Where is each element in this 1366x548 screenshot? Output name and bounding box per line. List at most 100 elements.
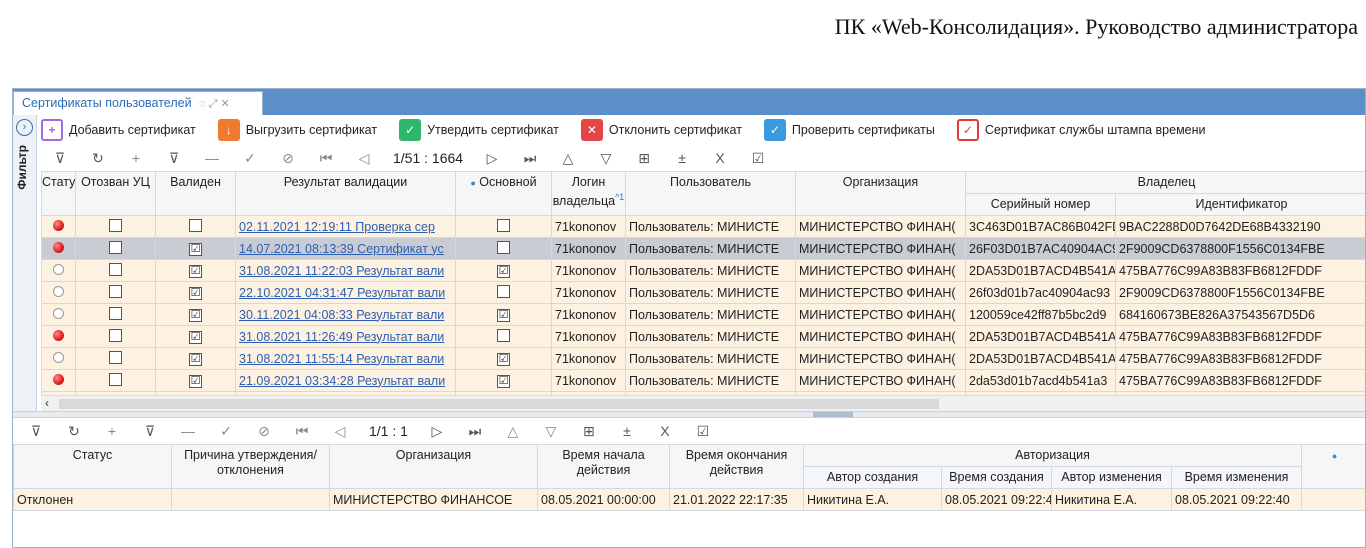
cell-login[interactable]: 71kononov — [551, 303, 626, 326]
cell-start[interactable]: 08.05.2021 00:00:00 — [537, 488, 670, 511]
cell-ident[interactable]: 475BA776C99A83B83FB6812FDDF — [1114, 347, 1365, 370]
confirm-icon[interactable]: ✓ — [231, 150, 269, 167]
add-row-icon[interactable]: + — [117, 150, 155, 166]
revoked-checkbox[interactable] — [109, 284, 122, 298]
add-row-icon[interactable]: + — [93, 423, 131, 439]
cell-created[interactable]: 08.05.2021 09:22:40 — [941, 488, 1052, 511]
cell-org[interactable]: МИНИСТЕРСТВО ФИНАН( — [795, 215, 966, 238]
valid-checkbox[interactable]: ☑ — [189, 243, 202, 256]
validation-link[interactable]: 31.08.2021 11:55:14 Результат вали — [239, 352, 444, 366]
col-end[interactable]: Время окончания действия — [669, 444, 804, 489]
prev-page-icon[interactable]: ◁ — [345, 150, 383, 167]
cell-user[interactable]: Пользователь: МИНИСТЕ — [625, 303, 796, 326]
table-row[interactable]: ☑ 21.09.2021 03:34:28 Результат вали ☑ 71ko… — [41, 369, 1365, 392]
col-group-authorization[interactable]: Авторизация — [802, 444, 1303, 467]
col-status[interactable]: Статус — [41, 171, 76, 216]
cancel-icon[interactable]: ⊘ — [269, 150, 307, 167]
col-created[interactable]: Время создания — [941, 466, 1052, 489]
filter-icon[interactable]: ⊽ — [41, 150, 79, 167]
refresh-icon[interactable]: ↻ — [55, 423, 93, 440]
cell-ident[interactable]: 684160673BE826A37543567D5D6 — [1114, 303, 1365, 326]
clear-filter-icon[interactable]: ⊽ — [131, 423, 169, 440]
validation-link[interactable]: 31.08.2021 11:22:03 Результат вали — [239, 264, 444, 278]
col-extra[interactable]: ● — [1301, 444, 1365, 489]
cell-org[interactable]: МИНИСТЕРСТВО ФИНАН( — [795, 347, 966, 370]
revoked-checkbox[interactable] — [109, 262, 122, 276]
col-start[interactable]: Время начала действия — [537, 444, 670, 489]
cell-login[interactable]: 71kononov — [551, 259, 626, 282]
cell-serial[interactable]: 26f03d01b7ac40904ac93 — [965, 281, 1116, 304]
group-icon[interactable]: ± — [608, 423, 646, 439]
valid-checkbox[interactable]: ☑ — [189, 309, 202, 322]
last-page-icon[interactable]: ⏭ — [456, 423, 494, 440]
last-page-icon[interactable]: ⏭ — [511, 150, 549, 167]
valid-checkbox[interactable]: ☑ — [189, 287, 202, 300]
revoked-checkbox[interactable] — [109, 240, 122, 254]
horizontal-scrollbar[interactable]: ‹ — [41, 395, 1365, 411]
add-certificate-button[interactable]: + Добавить сертификат — [41, 119, 196, 141]
col-user[interactable]: Пользователь — [625, 171, 796, 216]
cell-user[interactable]: Пользователь: МИНИСТЕ — [625, 259, 796, 282]
cancel-icon[interactable]: ⊘ — [245, 423, 283, 440]
cell-user[interactable]: Пользователь: МИНИСТЕ — [625, 281, 796, 304]
main-checkbox[interactable] — [497, 218, 510, 232]
main-checkbox[interactable]: ☑ — [497, 353, 510, 366]
main-checkbox[interactable] — [497, 328, 510, 342]
col-reason[interactable]: Причина утверждения/отклонения — [171, 444, 330, 489]
validation-link[interactable]: 22.10.2021 04:31:47 Результат вали — [239, 286, 445, 300]
cell-login[interactable]: 71kononov — [551, 347, 626, 370]
main-checkbox[interactable]: ☑ — [497, 265, 510, 278]
valid-checkbox[interactable] — [189, 218, 202, 232]
expand-filter-icon[interactable]: › — [16, 119, 33, 136]
cell-org[interactable]: МИНИСТЕРСТВО ФИНАНСОЕ — [329, 488, 538, 511]
col-group-owner[interactable]: Владелец — [964, 171, 1365, 194]
valid-checkbox[interactable]: ☑ — [189, 265, 202, 278]
revoked-checkbox[interactable] — [109, 306, 122, 320]
cell-ident[interactable]: 475BA776C99A83B83FB6812FDDF — [1114, 259, 1365, 282]
export-certificate-button[interactable]: ↓ Выгрузить сертификат — [217, 119, 377, 141]
sort-desc-icon[interactable]: ▽ — [532, 423, 570, 440]
cell-user[interactable]: Пользователь: МИНИСТЕ — [625, 237, 796, 260]
excel-icon[interactable]: X — [701, 150, 739, 166]
splitter-handle[interactable] — [813, 412, 853, 417]
table-row[interactable]: ☑ 30.11.2021 04:08:33 Результат вали ☑ 71ko… — [41, 303, 1365, 326]
cell-serial[interactable]: 2da53d01b7acd4b541a3 — [965, 369, 1116, 392]
cell-creator[interactable]: Никитина Е.А. — [803, 488, 942, 511]
cell-user[interactable]: Пользователь: МИНИСТЕ — [625, 369, 796, 392]
col-serial[interactable]: Серийный номер — [965, 193, 1116, 216]
cell-serial[interactable]: 26F03D01B7AC40904AC9 — [965, 237, 1116, 260]
col-login[interactable]: Логин владельца^1 — [551, 171, 626, 216]
cell-login[interactable]: 71kononov — [551, 281, 626, 304]
cell-org[interactable]: МИНИСТЕРСТВО ФИНАН( — [795, 303, 966, 326]
cell-ident[interactable]: 475BA776C99A83B83FB6812FDDF — [1114, 325, 1365, 348]
cell-serial[interactable]: 2DA53D01B7ACD4B541A: — [965, 259, 1116, 282]
revoked-checkbox[interactable] — [109, 328, 122, 342]
cell-modified[interactable]: 08.05.2021 09:22:40 — [1170, 488, 1303, 511]
cell-reason[interactable] — [171, 488, 330, 511]
confirm-icon[interactable]: ✓ — [207, 423, 245, 440]
main-checkbox[interactable] — [497, 240, 510, 254]
cell-serial[interactable]: 2DA53D01B7ACD4B541A: — [965, 347, 1116, 370]
validation-link[interactable]: 02.11.2021 12:19:11 Проверка сер — [239, 220, 435, 234]
delete-row-icon[interactable]: — — [169, 423, 207, 439]
col-org[interactable]: Организация — [795, 171, 966, 216]
col-creator[interactable]: Автор создания — [803, 466, 942, 489]
first-page-icon[interactable]: ⏮ — [283, 423, 321, 440]
validation-link[interactable]: 30.11.2021 04:08:33 Результат вали — [239, 308, 444, 322]
tab-user-certificates[interactable]: Сертификаты пользователей ◌ ⤢ ✕ — [13, 91, 263, 115]
refresh-icon[interactable]: ↻ — [79, 150, 117, 167]
main-checkbox[interactable] — [497, 284, 510, 298]
col-ident[interactable]: Идентификатор — [1114, 193, 1365, 216]
approve-certificate-button[interactable]: ✓ Утвердить сертификат — [399, 119, 559, 141]
sort-asc-icon[interactable]: △ — [494, 423, 532, 440]
delete-row-icon[interactable]: — — [193, 150, 231, 166]
prev-page-icon[interactable]: ◁ — [321, 423, 359, 440]
cell-user[interactable]: Пользователь: МИНИСТЕ — [625, 325, 796, 348]
check-certificates-button[interactable]: ✓ Проверить сертификаты — [763, 119, 935, 141]
filter-icon[interactable]: ⊽ — [17, 423, 55, 440]
col-valid[interactable]: Валиден — [155, 171, 236, 216]
next-page-icon[interactable]: ▷ — [418, 423, 456, 440]
valid-checkbox[interactable]: ☑ — [189, 353, 202, 366]
settings-checkbox-icon[interactable]: ☑ — [684, 423, 722, 440]
revoked-checkbox[interactable] — [109, 372, 122, 386]
